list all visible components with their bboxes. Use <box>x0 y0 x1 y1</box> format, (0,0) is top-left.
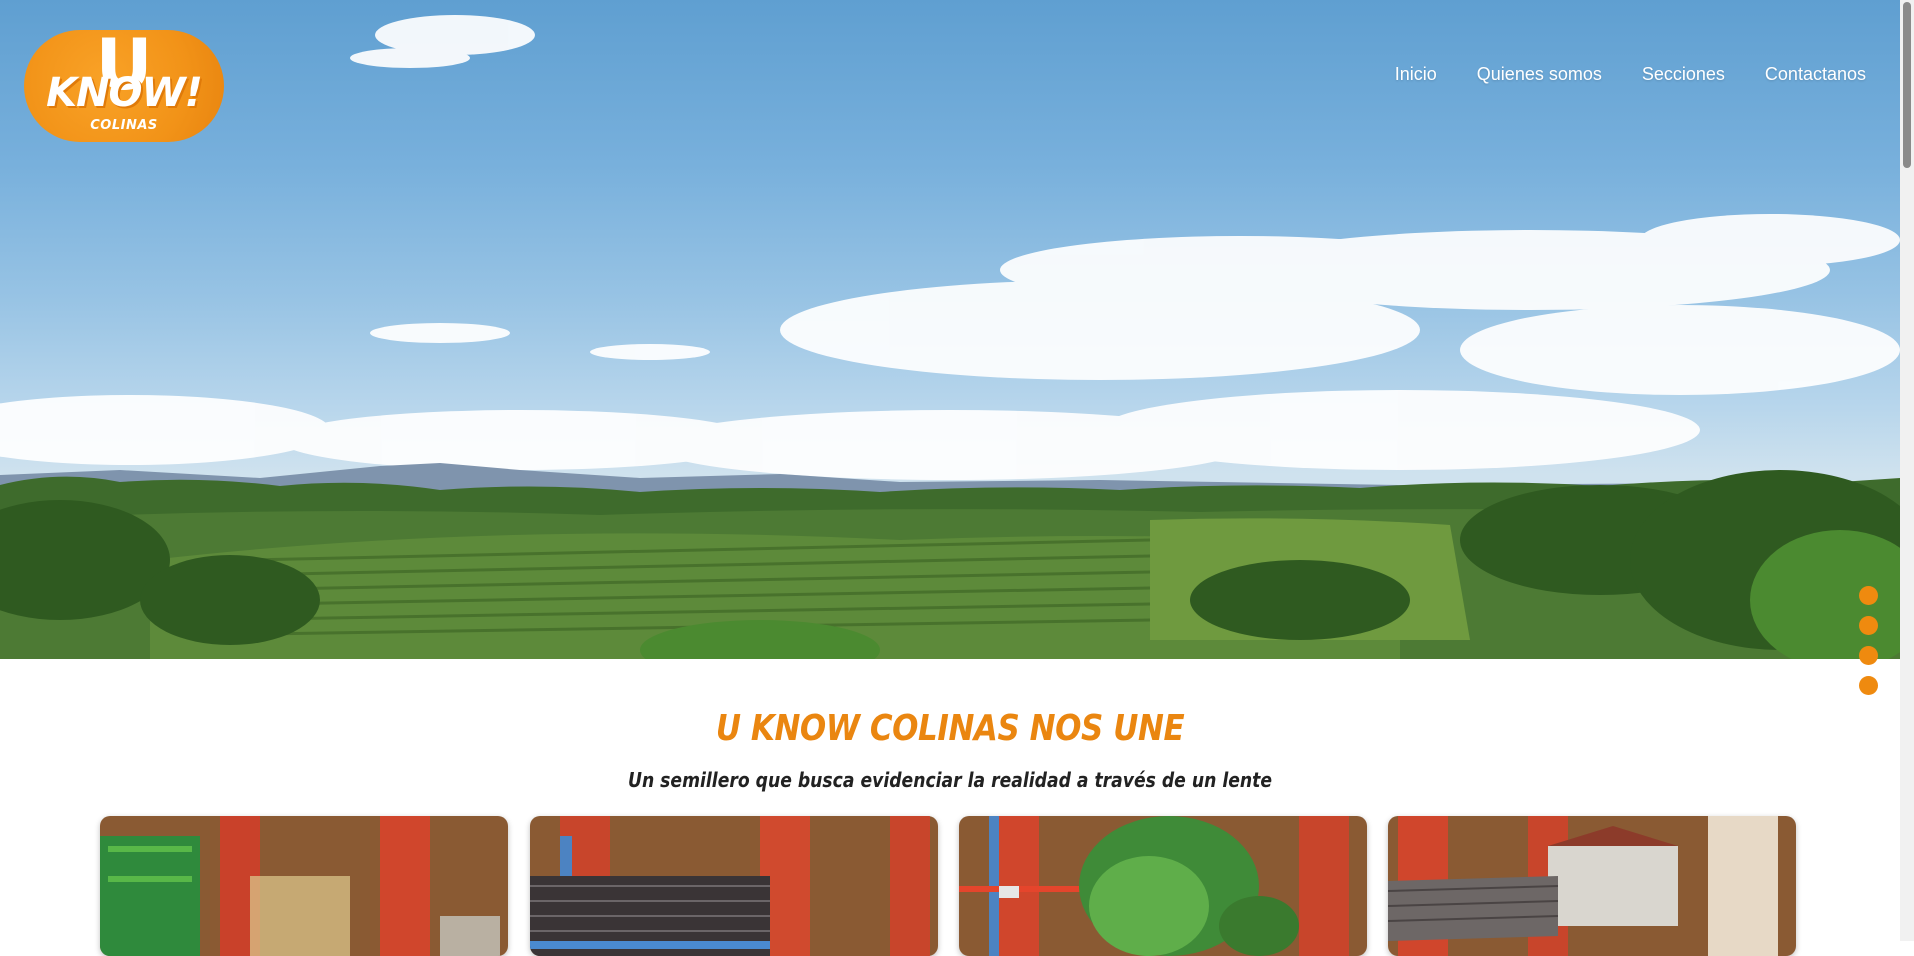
slider-dot-3[interactable] <box>1859 646 1878 665</box>
hero-landscape-image <box>0 15 1900 659</box>
gallery-card-3[interactable] <box>959 816 1367 956</box>
logo-subtitle: COLINAS <box>90 118 158 133</box>
gallery-image-3 <box>959 816 1367 956</box>
slider-dot-2[interactable] <box>1859 616 1878 635</box>
gallery-card-1[interactable] <box>100 816 508 956</box>
main-nav: Inicio Quienes somos Secciones Contactan… <box>1395 64 1866 85</box>
nav-item-inicio[interactable]: Inicio <box>1395 64 1437 85</box>
slider-dot-1[interactable] <box>1859 586 1878 605</box>
brand-logo[interactable]: U KNOW! COLINAS <box>24 30 224 142</box>
section-subtitle: Un semillero que busca evidenciar la rea… <box>627 768 1273 792</box>
slider-dots <box>1859 586 1878 695</box>
logo-wordmark: KNOW! <box>46 70 203 116</box>
gallery-card-4[interactable] <box>1388 816 1796 956</box>
nav-item-contactanos[interactable]: Contactanos <box>1765 64 1866 85</box>
nav-item-secciones[interactable]: Secciones <box>1642 64 1725 85</box>
gallery-image-4 <box>1388 816 1796 956</box>
hero-banner: U KNOW! COLINAS Inicio Quienes somos Sec… <box>0 0 1900 659</box>
section-title: U KNOW COLINAS NOS UNE <box>715 708 1185 749</box>
gallery-image-2 <box>530 816 938 956</box>
scrollbar-thumb[interactable] <box>1903 2 1911 168</box>
page-scrollbar[interactable] <box>1900 0 1914 941</box>
nav-item-quienes-somos[interactable]: Quienes somos <box>1477 64 1602 85</box>
gallery-card-2[interactable] <box>530 816 938 956</box>
slider-dot-4[interactable] <box>1859 676 1878 695</box>
gallery-image-1 <box>100 816 508 956</box>
